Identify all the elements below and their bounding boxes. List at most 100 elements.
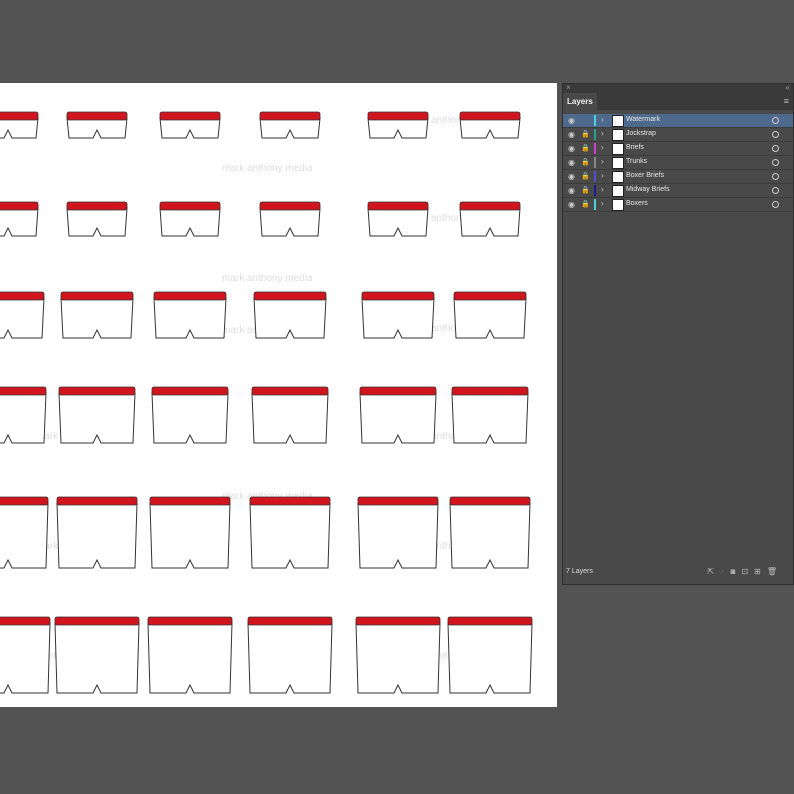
layer-color-swatch: [594, 143, 596, 154]
layer-thumbnail: [612, 171, 624, 183]
garment-drawing: [0, 201, 39, 237]
layer-name: Midway Briefs: [626, 186, 670, 193]
target-icon[interactable]: [772, 201, 779, 208]
layer-color-swatch: [594, 185, 596, 196]
garment-drawing: [56, 496, 138, 569]
garment-drawing: [66, 201, 128, 237]
garment-drawing: [249, 496, 331, 569]
target-icon[interactable]: [772, 131, 779, 138]
layer-row[interactable]: ◉ › Watermark: [563, 114, 793, 128]
garment-drawing: [361, 291, 435, 339]
chevron-right-icon[interactable]: ›: [601, 143, 604, 152]
lock-icon[interactable]: 🔒: [581, 144, 590, 152]
garment-drawing: [159, 111, 221, 139]
garment-drawing: [60, 291, 134, 339]
target-icon[interactable]: [772, 187, 779, 194]
chevron-right-icon[interactable]: ›: [601, 157, 604, 166]
lock-icon[interactable]: 🔒: [581, 158, 590, 166]
garment-drawing: [367, 201, 429, 237]
garment-drawing: [0, 496, 49, 569]
lock-icon[interactable]: 🔒: [581, 200, 590, 208]
visibility-eye-icon[interactable]: ◉: [568, 200, 575, 209]
new-sublayer-icon[interactable]: ⊡: [741, 567, 748, 577]
lock-icon[interactable]: 🔒: [581, 186, 590, 194]
layer-count: 7 Layers: [566, 568, 593, 575]
layer-name: Boxer Briefs: [626, 172, 665, 179]
garment-drawing: [459, 111, 521, 139]
tab-layers[interactable]: Layers: [563, 93, 597, 110]
garment-drawing: [0, 291, 45, 339]
layers-panel: × « Layers ≡ ◉ › Watermark ◉ 🔒 › Jockstrap ◉ 🔒 › B…: [562, 83, 794, 585]
layer-row[interactable]: ◉ 🔒 › Boxer Briefs: [563, 170, 793, 184]
layer-name: Boxers: [626, 200, 648, 207]
target-icon[interactable]: [772, 117, 779, 124]
watermark-text: mark anthony media: [222, 163, 313, 174]
chevron-right-icon[interactable]: ›: [601, 199, 604, 208]
layer-color-swatch: [594, 115, 596, 126]
visibility-eye-icon[interactable]: ◉: [568, 130, 575, 139]
collapse-icon[interactable]: «: [786, 83, 790, 92]
new-layer-icon[interactable]: ⊞: [754, 567, 761, 577]
garment-drawing: [459, 201, 521, 237]
garment-drawing: [54, 616, 140, 694]
layer-color-swatch: [594, 157, 596, 168]
garment-drawing: [453, 291, 527, 339]
garment-drawing: [359, 386, 437, 444]
layer-thumbnail: [612, 157, 624, 169]
garment-drawing: [367, 111, 429, 139]
layer-thumbnail: [612, 129, 624, 141]
layer-row[interactable]: ◉ 🔒 › Briefs: [563, 142, 793, 156]
panel-menu-icon[interactable]: ≡: [784, 97, 789, 106]
garment-drawing: [259, 201, 321, 237]
visibility-eye-icon[interactable]: ◉: [568, 116, 575, 125]
layer-color-swatch: [594, 199, 596, 210]
garment-drawing: [159, 201, 221, 237]
layer-row[interactable]: ◉ 🔒 › Jockstrap: [563, 128, 793, 142]
garment-drawing: [251, 386, 329, 444]
layer-row[interactable]: ◉ 🔒 › Boxers: [563, 198, 793, 212]
layer-row[interactable]: ◉ 🔒 › Trunks: [563, 156, 793, 170]
chevron-right-icon[interactable]: ›: [601, 185, 604, 194]
layer-thumbnail: [612, 185, 624, 197]
clipping-mask-icon[interactable]: ◙: [731, 567, 736, 577]
lock-icon[interactable]: 🔒: [581, 130, 590, 138]
panel-titlebar: × «: [563, 83, 793, 93]
target-icon[interactable]: [772, 173, 779, 180]
layer-name: Trunks: [626, 158, 648, 165]
garment-drawing: [153, 291, 227, 339]
trash-icon[interactable]: 🗑: [767, 567, 777, 577]
layer-row[interactable]: ◉ 🔒 › Midway Briefs: [563, 184, 793, 198]
garment-drawing: [447, 616, 533, 694]
garment-drawing: [355, 616, 441, 694]
lock-icon[interactable]: 🔒: [581, 172, 590, 180]
export-icon[interactable]: ⇱: [707, 567, 714, 577]
target-icon[interactable]: [772, 145, 779, 152]
target-icon[interactable]: [772, 159, 779, 166]
visibility-eye-icon[interactable]: ◉: [568, 144, 575, 153]
layer-name: Briefs: [626, 144, 644, 151]
garment-drawing: [451, 386, 529, 444]
layer-color-swatch: [594, 171, 596, 182]
visibility-eye-icon[interactable]: ◉: [568, 172, 575, 181]
layer-color-swatch: [594, 129, 596, 140]
garment-drawing: [0, 616, 51, 694]
garment-drawing: [66, 111, 128, 139]
layer-thumbnail: [612, 115, 624, 127]
garment-drawing: [449, 496, 531, 569]
close-icon[interactable]: ×: [566, 83, 571, 92]
garment-drawing: [151, 386, 229, 444]
chevron-right-icon[interactable]: ›: [601, 171, 604, 180]
watermark-text: mark anthony media: [222, 273, 313, 284]
garment-drawing: [149, 496, 231, 569]
garment-canvas: mark anthony mediamark anthony mediamark…: [0, 111, 533, 694]
garment-drawing: [0, 386, 47, 444]
garment-drawing: [253, 291, 327, 339]
visibility-eye-icon[interactable]: ◉: [568, 186, 575, 195]
garment-drawing: [0, 111, 39, 139]
garment-drawing: [357, 496, 439, 569]
chevron-right-icon[interactable]: ›: [601, 115, 604, 124]
garment-drawing: [259, 111, 321, 139]
artboard[interactable]: mark anthony media mark anthony media mark…: [0, 83, 557, 707]
visibility-eye-icon[interactable]: ◉: [568, 158, 575, 167]
chevron-right-icon[interactable]: ›: [601, 129, 604, 138]
